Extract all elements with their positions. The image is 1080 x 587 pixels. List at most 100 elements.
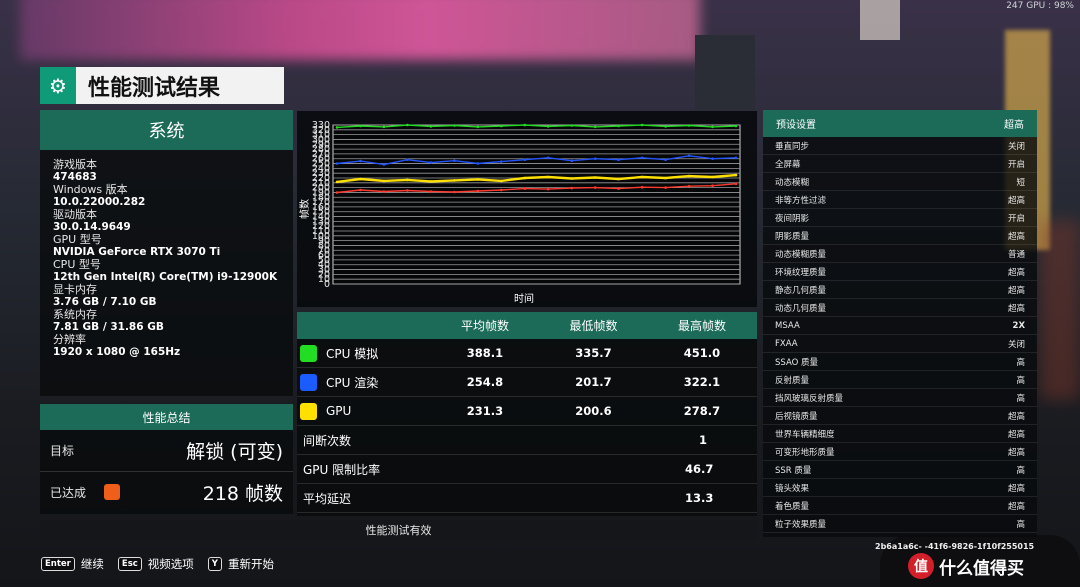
preset-label: SSR 质量 (775, 465, 812, 476)
system-panel: 系统 游戏版本 474683 Windows 版本 10.0.22000.282 驱动版… (40, 110, 293, 396)
key-hint[interactable]: Esc 视频选项 (117, 556, 194, 572)
series-point (546, 187, 550, 191)
legend-swatch (300, 344, 317, 362)
series-point (687, 124, 691, 127)
series-point (476, 189, 480, 193)
series-point (359, 124, 362, 128)
preset-row: 后视镜质量 超高 (763, 407, 1037, 425)
preset-value: 超高 (1007, 267, 1025, 278)
series-point (546, 175, 550, 179)
system-item-value: 10.0.22000.282 (53, 196, 146, 208)
series-point (382, 179, 386, 183)
preset-label: 非等方性过滤 (775, 195, 827, 206)
preset-value: 高 (1016, 393, 1025, 404)
preset-row: 阴影质量 超高 (763, 227, 1037, 245)
preset-label: 挡风玻璃反射质量 (775, 393, 844, 404)
series-point (640, 123, 644, 127)
series-point (664, 186, 667, 189)
x-axis-label: 时间 (514, 292, 534, 305)
system-item: 分辨率 1920 x 1080 @ 165Hz (53, 334, 280, 359)
stat-label: 间断次数 (303, 433, 352, 448)
series-point (429, 180, 433, 183)
series-point (335, 191, 339, 194)
series-point (570, 177, 573, 180)
legend-swatch (300, 373, 317, 391)
series-point (453, 179, 456, 182)
max-fps-cell: 322.1 (683, 375, 721, 389)
series-point (664, 125, 667, 128)
series-point (687, 154, 691, 158)
system-list: 游戏版本 474683 Windows 版本 10.0.22000.282 驱动版本 30… (40, 150, 293, 368)
preset-title-value: 超高 (1004, 120, 1024, 131)
system-item-value: 1920 x 1080 @ 165Hz (53, 346, 181, 358)
row-name-cell: CPU 渲染 (297, 373, 430, 391)
stat-value: 46.7 (685, 462, 714, 476)
series-point (453, 159, 456, 162)
series-point (453, 190, 456, 194)
watermark-text: 什么值得买 (939, 558, 1024, 579)
keycap: Enter (41, 557, 75, 571)
preset-label: 环境纹理质量 (775, 267, 827, 278)
preset-label: 可变形地形质量 (775, 447, 835, 458)
keycap: Esc (117, 557, 142, 571)
benchmark-valid-bar: 性能测试有效 (40, 520, 757, 540)
preset-label: 动态模糊质量 (775, 249, 827, 260)
preset-value: 2X (1012, 320, 1025, 331)
key-hint[interactable]: Enter 继续 (41, 556, 104, 572)
preset-label: 镜头效果 (775, 483, 810, 494)
series-point (617, 124, 620, 128)
system-item-label: 游戏版本 (53, 158, 97, 171)
series-point (406, 178, 409, 182)
preset-label: SSAO 质量 (775, 357, 819, 368)
series-point (664, 158, 667, 161)
preset-value: 高 (1016, 375, 1025, 386)
avg-fps-cell: 388.1 (466, 346, 504, 360)
key-hints: Enter 继续 Esc 视频选项 Y 重新开始 (41, 556, 288, 572)
system-item-value: 30.0.14.9649 (53, 221, 131, 233)
series-point (570, 186, 573, 190)
key-action-label: 继续 (80, 557, 104, 571)
fps-chart: 3303203103002902802702602502402302202102… (298, 120, 741, 305)
gear-icon: ⚙ (40, 67, 76, 104)
stat-label: GPU 限制比率 (303, 462, 381, 477)
preset-row: 环境纹理质量 超高 (763, 263, 1037, 281)
fps-overlay: 247 GPU : 98% (1006, 1, 1074, 11)
preset-value: 开启 (1007, 213, 1025, 224)
series-point (382, 125, 386, 129)
series-point (500, 160, 503, 163)
summary-header: 性能总结 (40, 404, 293, 430)
preset-label: FXAA (775, 338, 798, 349)
series-point (593, 157, 597, 160)
preset-value: 超高 (1007, 195, 1025, 206)
system-item: 游戏版本 474683 (53, 158, 280, 184)
key-hint[interactable]: Y 重新开始 (207, 556, 274, 572)
header-min: 最低帧数 (569, 319, 618, 333)
preset-label: 阴影质量 (775, 231, 810, 242)
row-name-cell: GPU (297, 402, 430, 420)
preset-label: 动态几何质量 (775, 303, 827, 314)
preset-row: 垂直同步 关闭 (763, 137, 1037, 155)
y-axis-label: 帧数 (298, 199, 311, 219)
series-point (593, 186, 597, 189)
min-fps-cell: 335.7 (575, 346, 612, 360)
system-item: 驱动版本 30.0.14.9649 (53, 209, 280, 234)
preset-label: 着色质量 (775, 501, 810, 512)
preset-value: 高 (1016, 519, 1025, 530)
preset-panel: 预设设置 超高 垂直同步 关闭 全屏幕 开启 动态模糊短非等方性过滤 超高 夜间阴影 开启 阴影… (763, 110, 1037, 537)
preset-value: 开启 (1007, 159, 1025, 170)
preset-row: 着色质量 超高 (763, 497, 1037, 515)
preset-header: 预设设置 超高 (763, 110, 1037, 137)
row-name: CPU 模拟 (326, 346, 379, 361)
avg-fps-cell: 254.8 (466, 375, 504, 389)
system-item-label: 显卡内存 (53, 283, 97, 296)
preset-value: 高 (1016, 357, 1025, 368)
series-point (406, 123, 409, 127)
preset-label: 后视镜质量 (775, 411, 818, 422)
series-point (335, 126, 339, 129)
preset-label: 世界车辆精细度 (775, 429, 835, 440)
series-point (335, 180, 339, 184)
preset-row: FXAA 关闭 (763, 335, 1037, 353)
system-header: 系统 (40, 110, 293, 150)
series-point (406, 189, 409, 192)
max-fps-cell: 451.0 (683, 346, 721, 360)
